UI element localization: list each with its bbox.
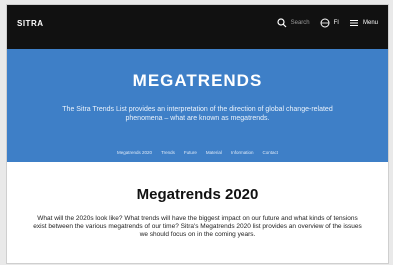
search-label: Search bbox=[290, 20, 310, 26]
language-label: FI bbox=[333, 20, 339, 26]
hero-banner: MEGATRENDS The Sitra Trends List provide… bbox=[7, 49, 388, 162]
intro-paragraph: What will the 2020s look like? What tren… bbox=[33, 215, 362, 238]
search-icon bbox=[277, 18, 287, 28]
hero-description: The Sitra Trends List provides an interp… bbox=[62, 106, 333, 122]
hamburger-icon bbox=[349, 20, 358, 26]
search-button[interactable]: Search bbox=[277, 18, 310, 28]
hero-title: MEGATRENDS bbox=[132, 71, 263, 90]
menu-label: Menu bbox=[362, 20, 378, 26]
hero-nav-item[interactable]: Trends bbox=[161, 150, 175, 155]
browser-page: SITRA Search FI Menu MEGATRENDS The Sitr… bbox=[6, 4, 389, 264]
hero-nav-item[interactable]: Megatrends 2020 bbox=[117, 150, 152, 155]
main-content: Megatrends 2020 What will the 2020s look… bbox=[7, 162, 388, 263]
top-bar: SITRA Search FI Menu bbox=[7, 5, 388, 49]
section-title: Megatrends 2020 bbox=[136, 186, 259, 203]
language-button[interactable]: FI bbox=[320, 18, 339, 28]
hero-nav-item[interactable]: Information bbox=[231, 150, 254, 155]
header-tools: Search FI Menu bbox=[277, 18, 378, 28]
hero-nav-item[interactable]: Contact bbox=[262, 150, 278, 155]
hero-nav: Megatrends 2020 Trends Future Material I… bbox=[7, 150, 388, 155]
globe-icon bbox=[320, 18, 330, 28]
logo[interactable]: SITRA bbox=[17, 19, 44, 28]
hero-nav-item[interactable]: Future bbox=[184, 150, 197, 155]
hero-nav-item[interactable]: Material bbox=[206, 150, 222, 155]
menu-button[interactable]: Menu bbox=[349, 18, 378, 28]
